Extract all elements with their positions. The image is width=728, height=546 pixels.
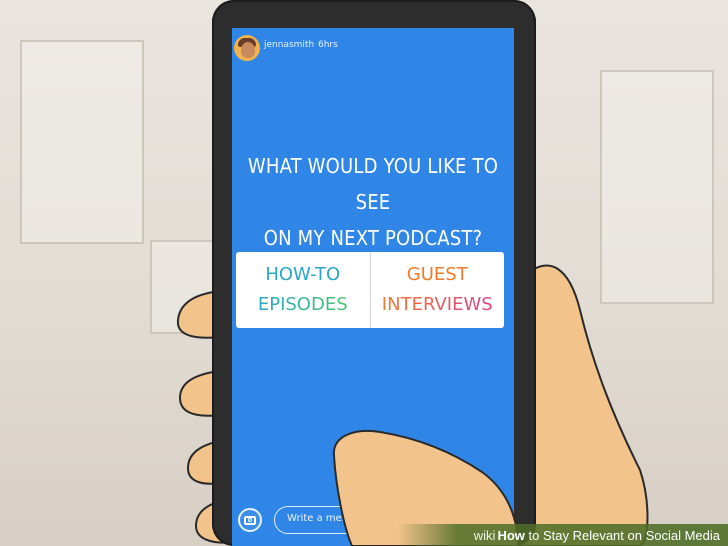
- background-window-left: [20, 40, 144, 244]
- question-line-2: ON MY NEXT PODCAST?: [263, 226, 483, 250]
- story-question: WHAT WOULD YOU LIKE TO SEE ON MY NEXT PO…: [232, 148, 514, 256]
- avatar[interactable]: [234, 35, 260, 61]
- username[interactable]: jennasmith: [264, 40, 314, 50]
- question-line-1: WHAT WOULD YOU LIKE TO SEE: [247, 154, 499, 214]
- watermark-rest: to Stay Relevant on Social Media: [524, 528, 721, 543]
- camera-icon[interactable]: [238, 508, 262, 532]
- poll-option-1-line-2: EPISODES: [258, 290, 348, 320]
- watermark-how: How: [497, 528, 525, 543]
- poll-sticker: HOW-TO EPISODES GUEST INTERVIEWS: [236, 252, 504, 328]
- wikihow-watermark: wiki How to Stay Relevant on Social Media: [398, 524, 728, 546]
- watermark-text: wiki How to Stay Relevant on Social Media: [474, 528, 720, 543]
- poll-option-1-line-1: HOW-TO: [265, 264, 341, 285]
- poll-option-howto[interactable]: HOW-TO EPISODES: [236, 252, 370, 328]
- avatar-face: [241, 42, 255, 58]
- post-time: 6hrs: [318, 40, 338, 50]
- poll-option-2-line-2: INTERVIEWS: [382, 290, 493, 320]
- poll-option-2-line-1: GUEST: [406, 264, 468, 285]
- poll-option-guest[interactable]: GUEST INTERVIEWS: [369, 252, 505, 328]
- story-header: jennasmith 6hrs: [232, 28, 514, 68]
- watermark-wiki: wiki: [473, 528, 496, 543]
- camera-lens: [248, 518, 252, 522]
